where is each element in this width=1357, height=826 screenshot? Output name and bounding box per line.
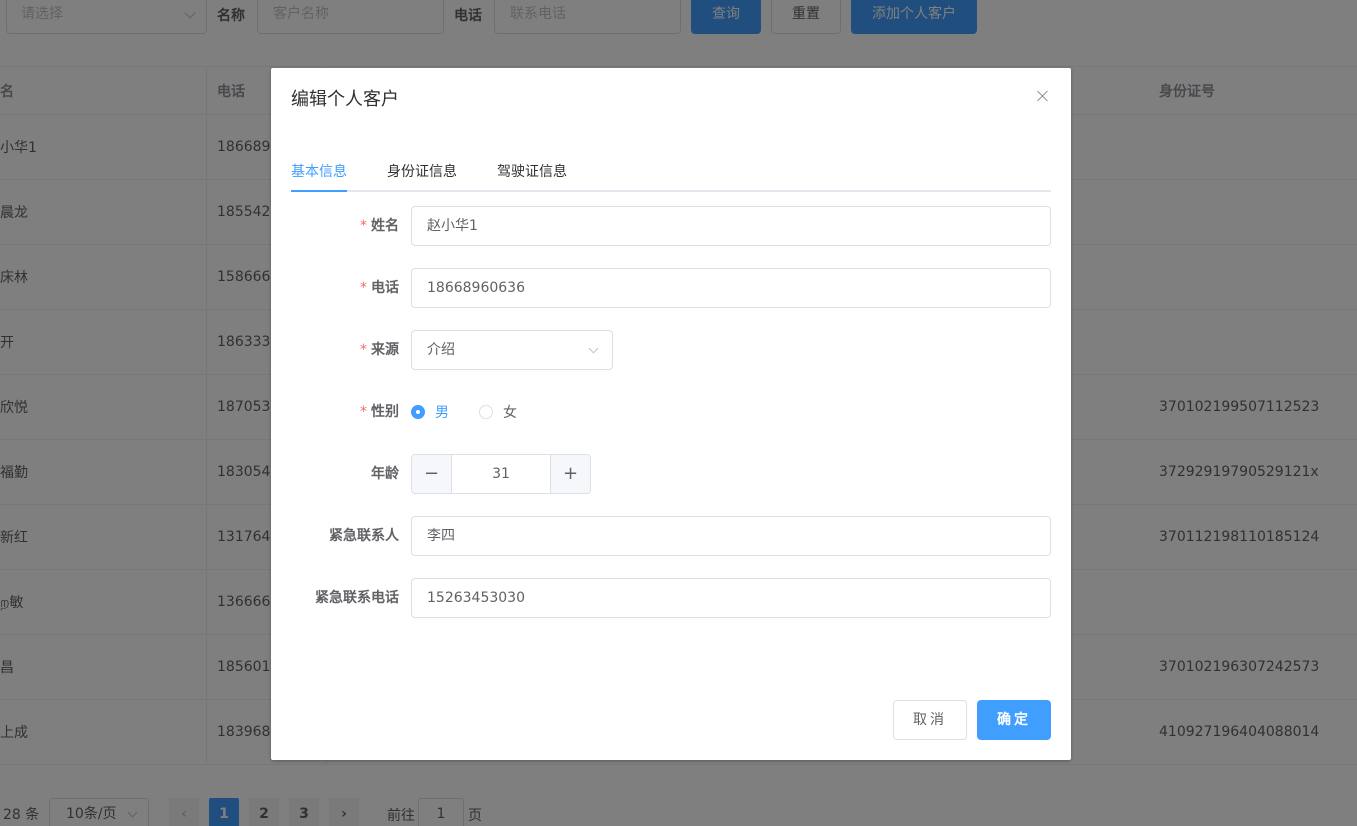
age-label: 年龄: [371, 466, 399, 482]
gender-label: * 性别: [291, 392, 411, 432]
form-row-name: * 姓名 赵小华1: [291, 206, 1051, 246]
gender-radio-male[interactable]: 男: [411, 402, 449, 422]
emergency-phone-input[interactable]: 15263453030: [411, 578, 1051, 618]
form-row-phone: * 电话 18668960636: [291, 268, 1051, 308]
form-row-emergency-contact: 紧急联系人 李四: [291, 516, 1051, 556]
source-select[interactable]: 介绍: [411, 330, 613, 370]
active-tab-indicator: [291, 190, 347, 192]
radio-unchecked-icon: [479, 405, 493, 419]
required-mark: *: [360, 218, 367, 234]
form-row-source: * 来源 介绍: [291, 330, 1051, 370]
source-select-value: 介绍: [427, 342, 455, 358]
form-row-age: 年龄 − 31 +: [291, 454, 1051, 494]
age-stepper: − 31 +: [411, 454, 591, 494]
emergency-phone-label: 紧急联系电话: [315, 590, 399, 606]
close-icon[interactable]: [1035, 88, 1051, 104]
gender-male-label: 男: [435, 405, 449, 421]
emergency-contact-label: 紧急联系人: [329, 528, 399, 544]
source-label: * 来源: [291, 330, 411, 370]
age-value[interactable]: 31: [452, 455, 550, 493]
name-input[interactable]: 赵小华1: [411, 206, 1051, 246]
source-label-text: 来源: [371, 342, 399, 358]
dialog-title: 编辑个人客户: [291, 89, 399, 110]
increment-button[interactable]: +: [550, 455, 590, 493]
gender-label-text: 性别: [371, 404, 399, 420]
gender-radio-female[interactable]: 女: [479, 402, 517, 422]
emergency-contact-input[interactable]: 李四: [411, 516, 1051, 556]
gender-radio-group: 男 女: [411, 392, 547, 432]
confirm-button[interactable]: 确定: [977, 700, 1051, 740]
required-mark: *: [360, 280, 367, 296]
decrement-button[interactable]: −: [412, 455, 452, 493]
tab-id-card-info[interactable]: 身份证信息: [387, 162, 457, 182]
radio-checked-icon: [411, 405, 425, 419]
phone-input[interactable]: 18668960636: [411, 268, 1051, 308]
tab-driver-license-info[interactable]: 驾驶证信息: [497, 162, 567, 182]
tab-basic-info[interactable]: 基本信息: [291, 162, 347, 182]
name-label-text: 姓名: [371, 218, 399, 234]
dialog-tabs: 基本信息 身份证信息 驾驶证信息: [291, 152, 1051, 192]
chevron-down-icon: [588, 343, 599, 354]
gender-female-label: 女: [503, 405, 517, 421]
phone-label: * 电话: [291, 268, 411, 308]
name-label: * 姓名: [291, 206, 411, 246]
form-row-emergency-phone: 紧急联系电话 15263453030: [291, 578, 1051, 618]
form-row-gender: * 性别 男 女: [291, 392, 1051, 432]
required-mark: *: [360, 404, 367, 420]
cancel-button[interactable]: 取消: [893, 700, 967, 740]
phone-label-text: 电话: [371, 280, 399, 296]
required-mark: *: [360, 342, 367, 358]
edit-customer-dialog: 编辑个人客户 基本信息 身份证信息 驾驶证信息 * 姓名 赵小华1 * 电话 186…: [271, 68, 1071, 760]
